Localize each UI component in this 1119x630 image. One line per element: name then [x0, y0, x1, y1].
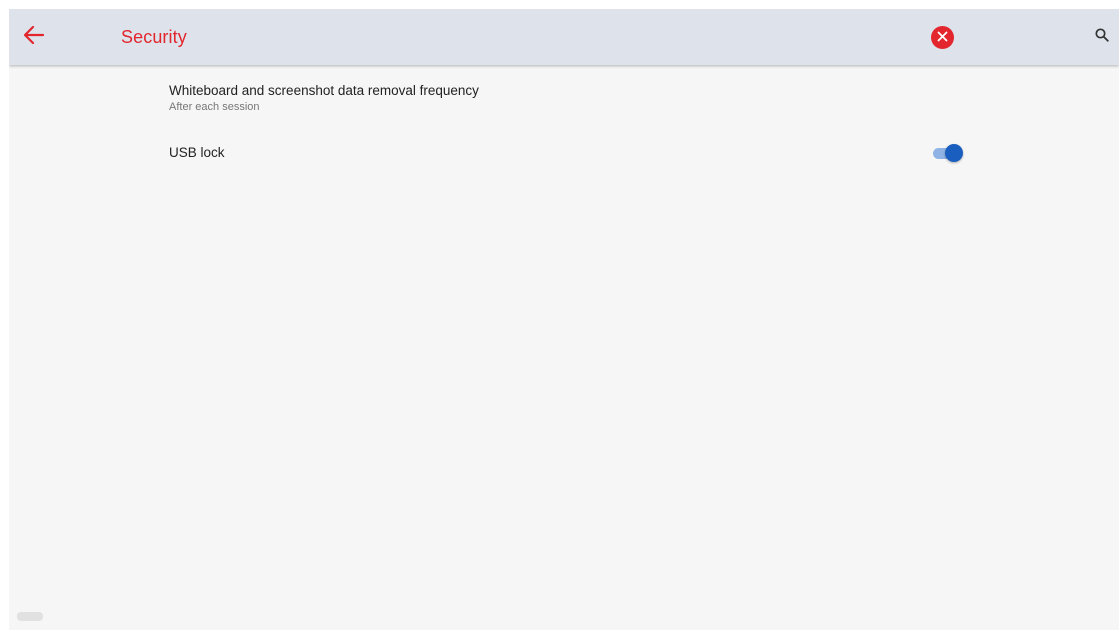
search-icon [1095, 27, 1109, 47]
close-button[interactable] [931, 26, 954, 49]
usb-lock-toggle[interactable] [933, 144, 963, 162]
settings-screen: Security Whiteboard and screenshot data … [9, 9, 1119, 630]
app-bar: Security [9, 9, 1119, 65]
setting-summary: After each session [169, 101, 260, 113]
search-button[interactable] [1091, 26, 1113, 48]
back-button[interactable] [19, 22, 49, 52]
bottom-handle[interactable] [17, 612, 43, 621]
toggle-thumb [945, 144, 963, 162]
setting-usb-lock[interactable]: USB lock [169, 144, 1079, 164]
setting-title: Whiteboard and screenshot data removal f… [169, 83, 479, 98]
settings-list: Whiteboard and screenshot data removal f… [9, 65, 1119, 630]
setting-data-removal-frequency[interactable]: Whiteboard and screenshot data removal f… [169, 82, 1079, 115]
close-circle-icon [937, 29, 948, 47]
arrow-left-icon [23, 25, 45, 50]
page-title: Security [121, 27, 187, 47]
